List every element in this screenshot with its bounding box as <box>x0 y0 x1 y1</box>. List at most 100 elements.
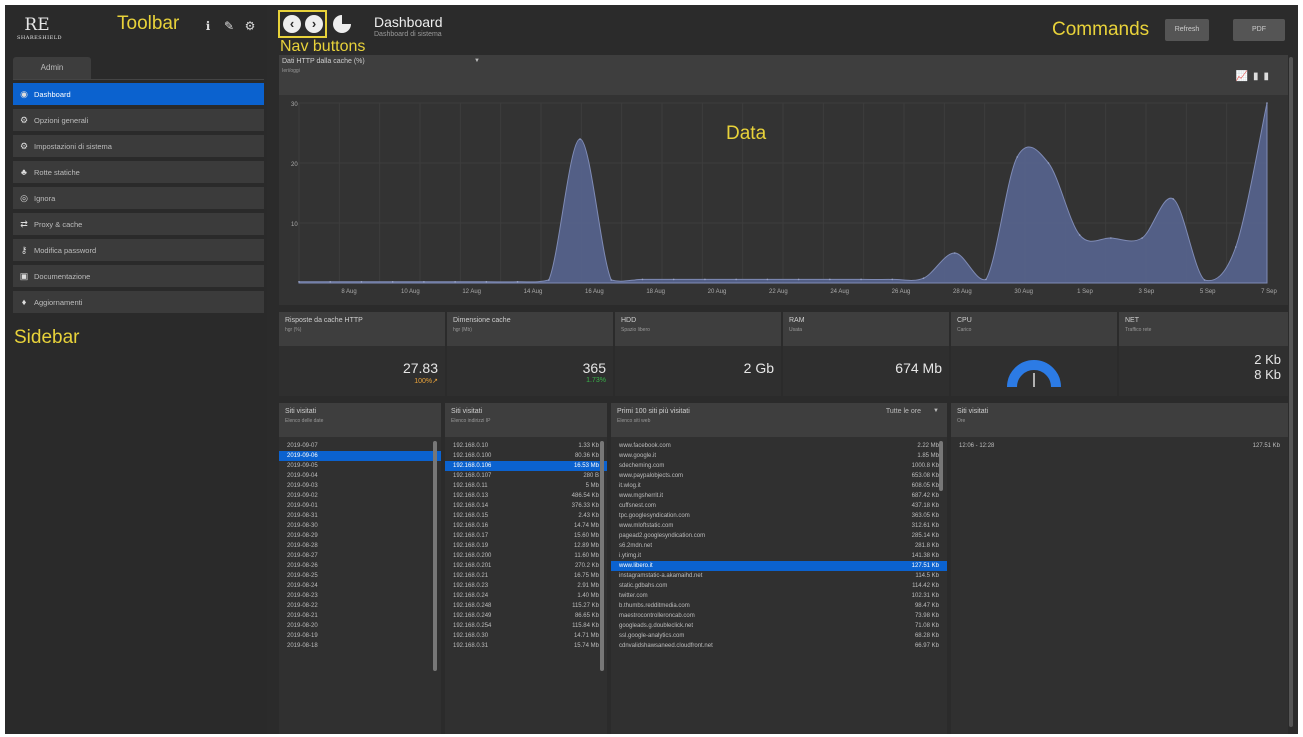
list-item[interactable]: s6.2mdn.net 281.8 Kb <box>611 541 947 551</box>
dates-scrollbar[interactable] <box>433 441 437 671</box>
sidebar-item-4[interactable]: ◎ Ignora <box>13 187 264 209</box>
pie-chart-icon[interactable] <box>333 15 351 33</box>
list-item[interactable]: 2019-08-20 <box>279 621 441 631</box>
list-item[interactable]: 2019-08-18 <box>279 641 441 651</box>
list-item[interactable]: pagead2.googlesyndication.com 285.14 Kb <box>611 531 947 541</box>
sites-scrollbar[interactable] <box>939 441 943 491</box>
info-icon[interactable]: ℹ <box>201 19 215 33</box>
list-item[interactable]: 192.168.0.201 270.2 Kb <box>445 561 607 571</box>
list-item[interactable]: 12:06 - 12:28 127.51 Kb <box>951 441 1288 451</box>
list-item[interactable]: googleads.g.doubleclick.net 71.08 Kb <box>611 621 947 631</box>
list-item[interactable]: 192.168.0.10 1.33 Kb <box>445 441 607 451</box>
pdf-button[interactable]: PDF <box>1233 19 1285 41</box>
gear-icon[interactable]: ⚙ <box>243 19 257 33</box>
hours-select-caret-icon[interactable]: ▼ <box>933 408 939 414</box>
chart-title[interactable]: Dati HTTP dalla cache (%) <box>282 58 365 65</box>
refresh-button[interactable]: Refresh <box>1165 19 1209 41</box>
list-item[interactable]: sdecheming.com 1000.8 Kb <box>611 461 947 471</box>
ips-list: 192.168.0.10 1.33 Kb 192.168.0.100 80.36 Kb… <box>445 441 607 651</box>
list-item[interactable]: 192.168.0.17 15.60 Mb <box>445 531 607 541</box>
list-item[interactable]: 192.168.0.31 15.74 Mb <box>445 641 607 651</box>
list-item[interactable]: instagramstatic-a.akamaihd.net 114.5 Kb <box>611 571 947 581</box>
list-item[interactable]: 2019-08-23 <box>279 591 441 601</box>
sidebar-item-5[interactable]: ⇄ Proxy & cache <box>13 213 264 235</box>
list-item[interactable]: 2019-08-30 <box>279 521 441 531</box>
list-item[interactable]: www.mloftstatic.com 312.61 Kb <box>611 521 947 531</box>
list-item[interactable]: 2019-08-22 <box>279 601 441 611</box>
list-item[interactable]: 2019-09-07 <box>279 441 441 451</box>
list-item[interactable]: cdnvalidshawsaneed.cloudfront.net 66.97 K… <box>611 641 947 651</box>
back-icon[interactable]: ‹ <box>283 15 301 33</box>
item-label: 192.168.0.200 <box>453 553 492 559</box>
page-scrollbar[interactable] <box>1289 57 1293 727</box>
list-item[interactable]: static.gdbahs.com 114.42 Kb <box>611 581 947 591</box>
forward-icon[interactable]: › <box>305 15 323 33</box>
list-item[interactable]: 192.168.0.248 115.27 Kb <box>445 601 607 611</box>
list-item[interactable]: 192.168.0.24 1.40 Mb <box>445 591 607 601</box>
sidebar-item-0[interactable]: ◉ Dashboard <box>13 83 264 105</box>
list-item[interactable]: tpc.googlesyndication.com 363.05 Kb <box>611 511 947 521</box>
hours-select[interactable]: Tutte le ore <box>886 408 921 415</box>
list-item[interactable]: 192.168.0.107 280 B <box>445 471 607 481</box>
list-item[interactable]: i.ytimg.it 141.38 Kb <box>611 551 947 561</box>
list-item[interactable]: 2019-08-27 <box>279 551 441 561</box>
list-item[interactable]: 2019-08-26 <box>279 561 441 571</box>
list-item[interactable]: www.google.it 1.85 Mb <box>611 451 947 461</box>
ips-scrollbar[interactable] <box>600 441 604 671</box>
list-item[interactable]: 2019-08-21 <box>279 611 441 621</box>
sidebar-item-label: Impostazioni di sistema <box>34 141 112 151</box>
list-item[interactable]: 192.168.0.106 16.53 Mb <box>445 461 607 471</box>
list-item[interactable]: 2019-08-29 <box>279 531 441 541</box>
list-item[interactable]: 192.168.0.14 376.33 Kb <box>445 501 607 511</box>
list-item[interactable]: 2019-09-06 <box>279 451 441 461</box>
list-item[interactable]: www.paypalobjects.com 653.08 Kb <box>611 471 947 481</box>
list-item[interactable]: 192.168.0.23 2.91 Mb <box>445 581 607 591</box>
sidebar-tab-admin[interactable]: Admin <box>13 57 91 79</box>
list-item[interactable]: 192.168.0.16 14.74 Mb <box>445 521 607 531</box>
sidebar-item-8[interactable]: ♦ Aggiornamenti <box>13 291 264 313</box>
list-item[interactable]: 192.168.0.200 11.60 Mb <box>445 551 607 561</box>
list-item[interactable]: 2019-08-31 <box>279 511 441 521</box>
list-item[interactable]: 192.168.0.100 80.36 Kb <box>445 451 607 461</box>
list-item[interactable]: 192.168.0.254 115.84 Kb <box>445 621 607 631</box>
list-item[interactable]: 192.168.0.15 2.43 Kb <box>445 511 607 521</box>
chart-select-caret-icon[interactable]: ▼ <box>474 58 480 64</box>
sidebar-item-6[interactable]: ⚷ Modifica password <box>13 239 264 261</box>
list-item[interactable]: 2019-09-04 <box>279 471 441 481</box>
list-item[interactable]: www.facebook.com 2.22 Mb <box>611 441 947 451</box>
list-item[interactable]: it.wlog.it 608.05 Kb <box>611 481 947 491</box>
list-item[interactable]: www.mgsherrit.it 687.42 Kb <box>611 491 947 501</box>
item-value: 14.71 Mb <box>573 633 599 639</box>
list-item[interactable]: 2019-09-02 <box>279 491 441 501</box>
list-item[interactable]: ssl.google-analytics.com 68.28 Kb <box>611 631 947 641</box>
line-chart-icon[interactable]: 📈 <box>1236 71 1253 82</box>
sidebar-item-1[interactable]: ⚙ Opzioni generali <box>13 109 264 131</box>
list-item[interactable]: 2019-08-28 <box>279 541 441 551</box>
list-item[interactable]: 2019-09-01 <box>279 501 441 511</box>
list-item[interactable]: www.libero.it 127.51 Kb <box>611 561 947 571</box>
list-item[interactable]: 2019-08-25 <box>279 571 441 581</box>
list-item[interactable]: cuffsnest.com 437.18 Kb <box>611 501 947 511</box>
list-item[interactable]: 192.168.0.19 12.89 Mb <box>445 541 607 551</box>
list-item[interactable]: 192.168.0.13 486.54 Kb <box>445 491 607 501</box>
chart-point <box>454 281 456 283</box>
list-item[interactable]: 192.168.0.21 16.75 Mb <box>445 571 607 581</box>
item-label: 2019-08-23 <box>287 593 318 599</box>
bar-chart-icon[interactable]: ▮▮ <box>1253 71 1274 82</box>
sidebar-item-3[interactable]: ♣ Rotte statiche <box>13 161 264 183</box>
chart-point <box>985 278 987 281</box>
list-item[interactable]: twitter.com 102.31 Kb <box>611 591 947 601</box>
sidebar-item-7[interactable]: ▣ Documentazione <box>13 265 264 287</box>
list-item[interactable]: 2019-08-24 <box>279 581 441 591</box>
list-item[interactable]: 2019-09-03 <box>279 481 441 491</box>
list-item[interactable]: 192.168.0.11 5 Mb <box>445 481 607 491</box>
list-item[interactable]: 2019-08-19 <box>279 631 441 641</box>
list-item[interactable]: maestrocontrolleroncab.com 73.98 Kb <box>611 611 947 621</box>
wrench-icon[interactable]: ✎ <box>222 19 236 33</box>
list-item[interactable]: 192.168.0.30 14.71 Mb <box>445 631 607 641</box>
list-item[interactable]: 192.168.0.249 86.65 Kb <box>445 611 607 621</box>
list-item[interactable]: b.thumbs.redditmedia.com 98.47 Kb <box>611 601 947 611</box>
x-tick-label: 28 Aug <box>953 289 972 295</box>
list-item[interactable]: 2019-09-05 <box>279 461 441 471</box>
sidebar-item-2[interactable]: ⚙ Impostazioni di sistema <box>13 135 264 157</box>
